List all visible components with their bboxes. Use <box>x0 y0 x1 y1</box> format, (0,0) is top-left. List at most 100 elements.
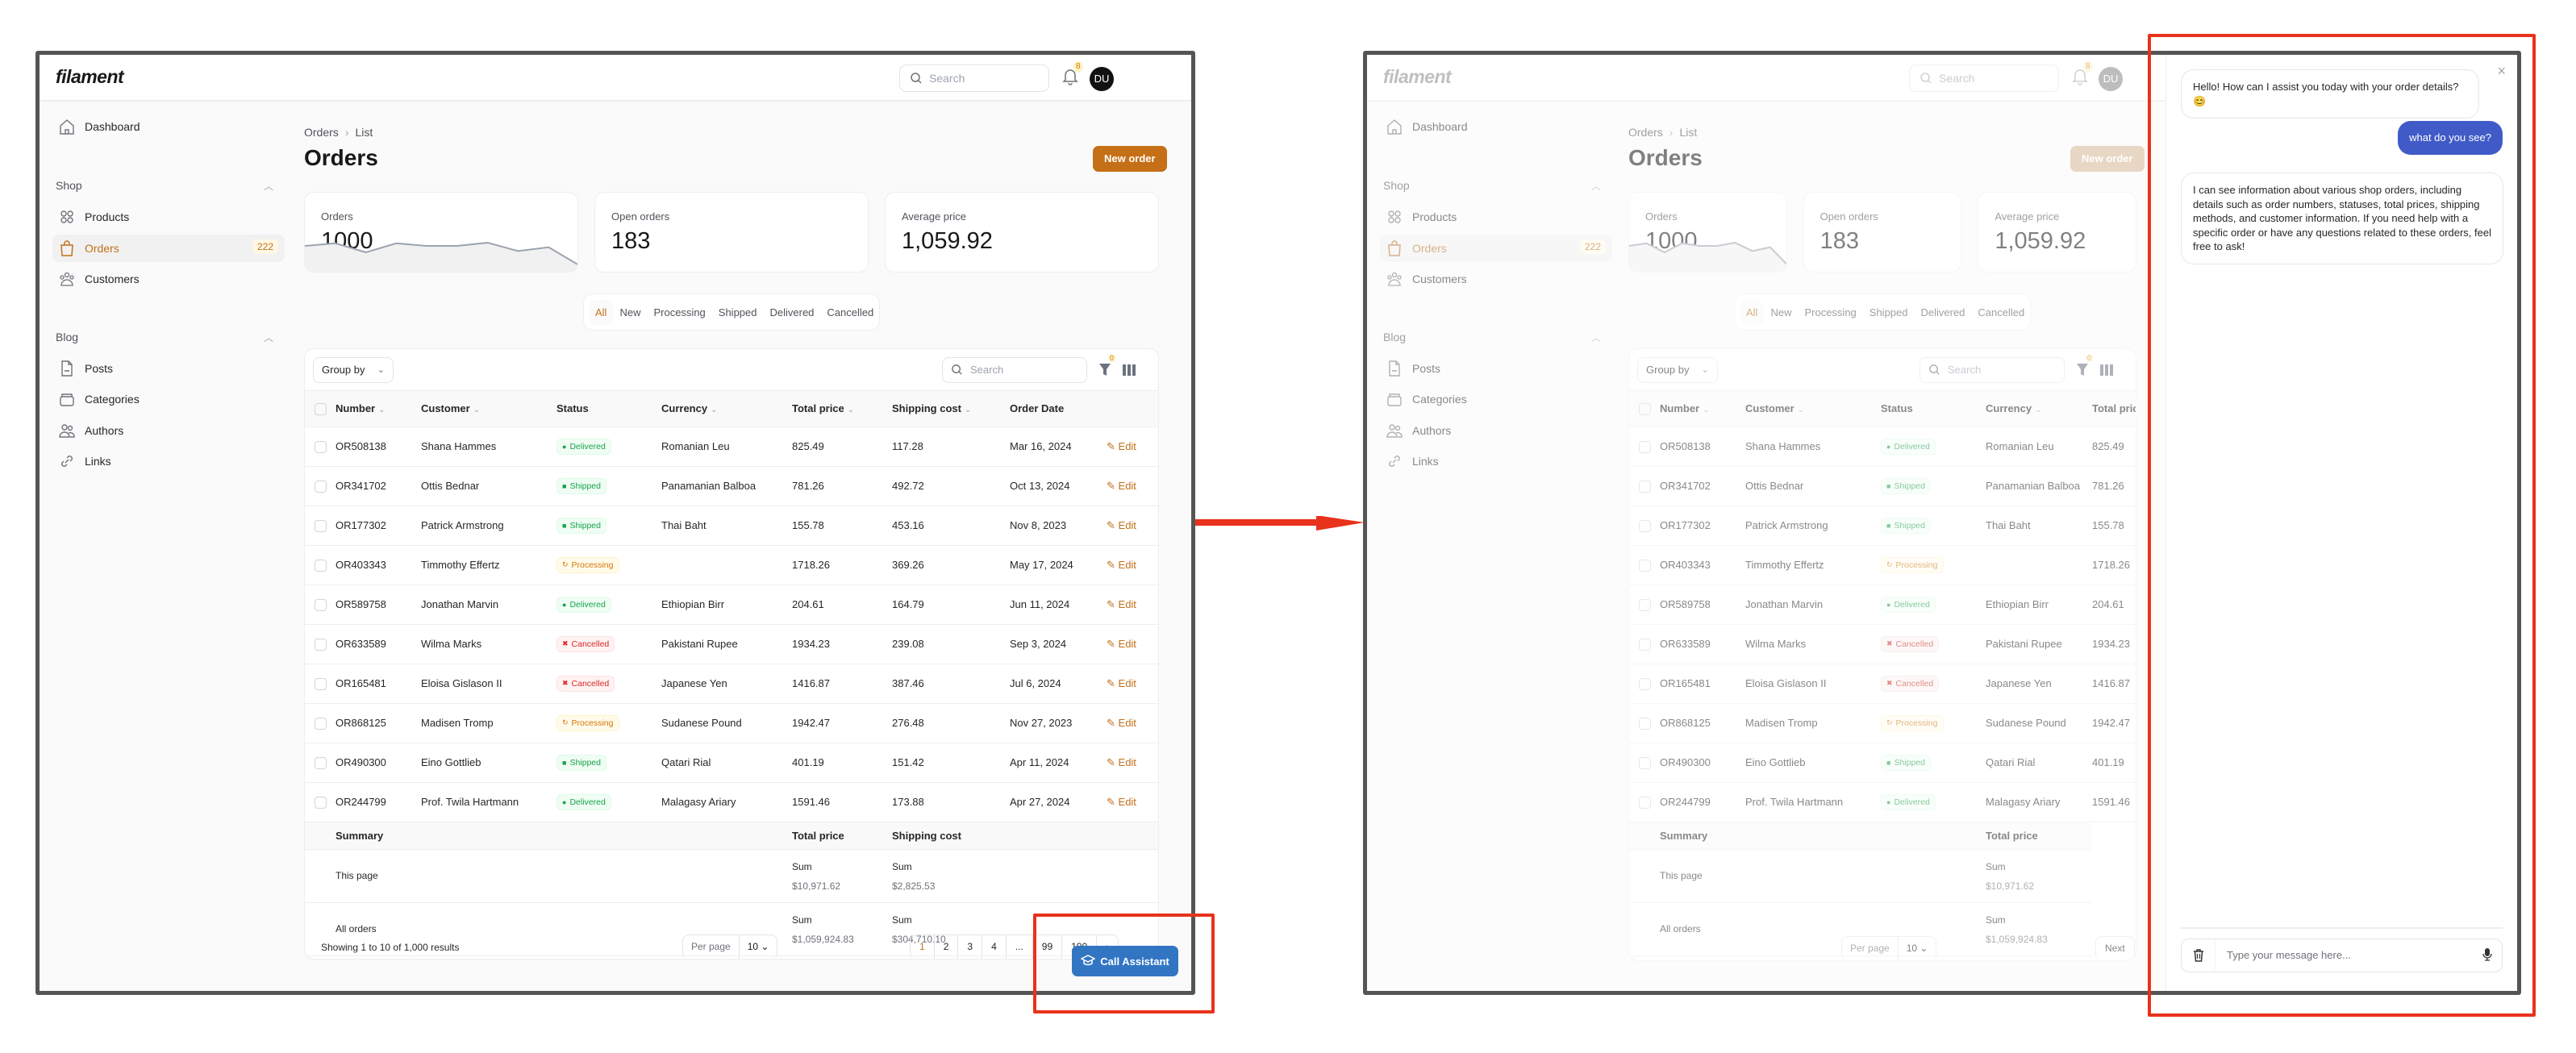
tab-new[interactable]: New <box>613 300 647 325</box>
stat-card: Open orders 183 <box>594 192 869 273</box>
column-header-shipping-cost[interactable]: Shipping cost ⌄ <box>892 391 1010 427</box>
breadcrumb-orders[interactable]: Orders <box>304 126 339 139</box>
nav-group-shop[interactable]: Shop ︿ <box>56 179 273 192</box>
breadcrumb: Orders › List <box>304 126 373 139</box>
cell-shipping-cost: 276.48 <box>892 703 1010 743</box>
sidebar-item-links[interactable]: Links <box>52 447 285 475</box>
user-avatar[interactable]: DU <box>1090 67 1114 91</box>
orders-count-badge: 222 <box>252 239 278 254</box>
clear-chat-button[interactable] <box>2182 939 2215 971</box>
edit-button[interactable]: ✎ Edit <box>1107 519 1136 531</box>
shipped-status-icon: ■ <box>562 481 567 490</box>
column-header-currency[interactable]: Currency ⌄ <box>661 391 792 427</box>
edit-button[interactable]: ✎ Edit <box>1107 717 1136 729</box>
global-search-input[interactable]: Search <box>899 65 1049 92</box>
new-order-button[interactable]: New order <box>1093 146 1167 172</box>
sidebar-item-posts[interactable]: Posts <box>52 355 285 382</box>
per-page-select[interactable]: Per page 10 ⌄ <box>682 934 778 959</box>
cell-total-price: 1416.87 <box>792 664 892 704</box>
edit-button[interactable]: ✎ Edit <box>1107 677 1136 689</box>
message-input[interactable]: Type your message here... <box>2227 949 2351 961</box>
table-row[interactable]: OR341702 Ottis Bednar ■ Shipped Panamanian B… <box>305 466 1158 506</box>
table-row[interactable]: OR244799 Prof. Twila Hartmann ● Delivered Ma… <box>305 782 1158 822</box>
row-checkbox[interactable] <box>315 677 327 690</box>
column-header-total-price[interactable]: Total price⌄ <box>792 391 892 427</box>
table-row[interactable]: OR490300 Eino Gottlieb ■ Shipped Qatari Rial… <box>305 743 1158 783</box>
sum-label: Sum <box>792 861 812 872</box>
chevron-up-icon[interactable]: ︿ <box>264 179 273 193</box>
chat-input-bar: Type your message here... <box>2181 939 2503 972</box>
column-header-number[interactable]: Number ⌄ <box>336 391 421 427</box>
page-link[interactable]: 2 <box>935 935 959 959</box>
columns-icon[interactable] <box>1123 364 1136 377</box>
sidebar-item-categories[interactable]: Categories <box>52 385 285 413</box>
tab-processing[interactable]: Processing <box>647 300 711 325</box>
tab-delivered[interactable]: Delivered <box>764 300 821 325</box>
row-checkbox[interactable] <box>315 598 327 611</box>
row-checkbox[interactable] <box>315 559 327 572</box>
row-checkbox[interactable] <box>315 440 327 453</box>
sidebar-item-dashboard[interactable]: Dashboard <box>52 113 285 140</box>
status-badge: ✖ Cancelled <box>556 635 615 652</box>
edit-button[interactable]: ✎ Edit <box>1107 756 1136 768</box>
page-link[interactable]: 3 <box>958 935 983 959</box>
row-checkbox[interactable] <box>315 717 327 730</box>
table-search-input[interactable]: Search <box>942 357 1087 383</box>
table-row[interactable]: OR589758 Jonathan Marvin ● Delivered Ethiopi… <box>305 585 1158 625</box>
row-checkbox[interactable] <box>315 638 327 651</box>
cell-customer: Ottis Bednar <box>421 466 556 506</box>
status-badge: ■ Shipped <box>556 517 606 534</box>
sidebar-item-orders[interactable]: Orders 222 <box>52 234 285 262</box>
stat-value: 183 <box>611 228 651 254</box>
select-all-checkbox[interactable] <box>315 402 327 415</box>
page-link[interactable]: 1 <box>911 935 935 959</box>
table-row[interactable]: OR508138 Shana Hammes ● Delivered Romanian L… <box>305 427 1158 467</box>
page-link[interactable]: 4 <box>982 935 1007 959</box>
sidebar-item-products[interactable]: Products <box>52 203 285 231</box>
cell-shipping-cost: 369.26 <box>892 545 1010 585</box>
cell-customer: Patrick Armstrong <box>421 506 556 546</box>
filament-app: filament Search 8 DU Dashboard Shop ︿ Produ… <box>40 55 1191 991</box>
logo[interactable]: filament <box>56 66 124 88</box>
edit-button[interactable]: ✎ Edit <box>1107 796 1136 808</box>
microphone-icon[interactable] <box>2482 947 2492 962</box>
close-icon[interactable]: × <box>2497 63 2506 80</box>
tab-shipped[interactable]: Shipped <box>712 300 764 325</box>
chevron-up-icon[interactable]: ︿ <box>264 331 273 344</box>
edit-button[interactable]: ✎ Edit <box>1107 440 1136 452</box>
table-row[interactable]: OR868125 Madisen Tromp ↻ Processing Sudanese… <box>305 703 1158 743</box>
cell-customer: Prof. Twila Hartmann <box>421 782 556 822</box>
table-row[interactable]: OR403343 Timmothy Effertz ↻ Processing 1718.… <box>305 545 1158 585</box>
edit-button[interactable]: ✎ Edit <box>1107 598 1136 610</box>
row-checkbox[interactable] <box>315 796 327 809</box>
tab-cancelled[interactable]: Cancelled <box>820 300 880 325</box>
row-checkbox[interactable] <box>315 480 327 493</box>
edit-button[interactable]: ✎ Edit <box>1107 480 1136 492</box>
group-by-select[interactable]: Group by ⌄ <box>313 357 394 383</box>
filter-icon[interactable] <box>1099 364 1111 377</box>
cell-total-price: 781.26 <box>792 466 892 506</box>
row-checkbox[interactable] <box>315 756 327 769</box>
cell-number: OR165481 <box>336 664 421 704</box>
sum-label: Sum <box>892 914 912 926</box>
cell-number: OR633589 <box>336 624 421 664</box>
sort-chevron-icon: ⌄ <box>847 406 855 415</box>
sidebar-item-authors[interactable]: Authors <box>52 417 285 444</box>
tab-all[interactable]: All <box>589 299 614 325</box>
edit-icon: ✎ <box>1107 716 1115 729</box>
cell-order-date: Sep 3, 2024 <box>1010 624 1107 664</box>
nav-group-blog[interactable]: Blog ︿ <box>56 331 273 343</box>
row-checkbox[interactable] <box>315 519 327 532</box>
edit-button[interactable]: ✎ Edit <box>1107 559 1136 571</box>
table-row[interactable]: OR165481 Eloisa Gislason II ✖ Cancelled Japa… <box>305 664 1158 704</box>
call-assistant-button[interactable]: Call Assistant <box>1072 946 1178 976</box>
sidebar-item-customers[interactable]: Customers <box>52 265 285 293</box>
table-row[interactable]: OR633589 Wilma Marks ✖ Cancelled Pakistani R… <box>305 624 1158 664</box>
table-row[interactable]: OR177302 Patrick Armstrong ■ Shipped Thai Ba… <box>305 506 1158 546</box>
edit-button[interactable]: ✎ Edit <box>1107 638 1136 650</box>
sum-label: Sum <box>792 914 812 926</box>
column-header-order-date: Order Date <box>1010 391 1107 427</box>
page-link[interactable]: 99 <box>1033 935 1063 959</box>
column-header-customer[interactable]: Customer ⌄ <box>421 391 556 427</box>
modal-backdrop[interactable] <box>1367 55 2165 991</box>
